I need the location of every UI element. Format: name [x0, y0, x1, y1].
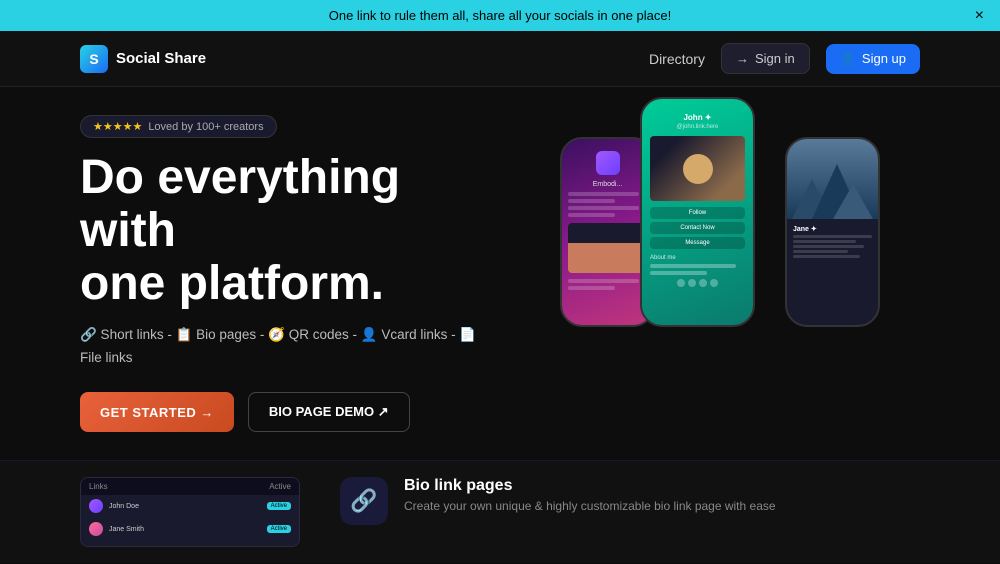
phone-line: [793, 255, 860, 258]
bio-icon-emoji: 🔗: [350, 488, 377, 514]
logo-letter: S: [89, 51, 98, 67]
badge-text: Loved by 100+ creators: [148, 121, 263, 133]
phone-mountains: [787, 139, 878, 219]
bio-link-text: Bio link pages Create your own unique & …: [404, 477, 776, 513]
phone-line: [568, 279, 639, 283]
status-badge-2: Active: [267, 525, 291, 533]
signin-label: Sign in: [755, 51, 795, 66]
phone-line: [793, 240, 856, 243]
social-dot: [677, 279, 685, 287]
phone-image: [568, 223, 648, 273]
signup-label: Sign up: [862, 51, 906, 66]
phone-line: [793, 250, 848, 253]
user-name-1: John Doe: [109, 503, 261, 510]
phone-line: [568, 206, 639, 210]
logo-icon: S: [80, 45, 108, 73]
user-name-2: Jane Smith: [109, 526, 261, 533]
phone-social-icons: [650, 279, 745, 287]
banner-close-button[interactable]: ×: [975, 8, 984, 24]
phone-about-lines: [650, 264, 745, 275]
hero-subtext: 🔗 Short links - 📋 Bio pages - 🧭 QR codes…: [80, 324, 500, 370]
dash-header-right: Active: [269, 482, 291, 491]
signin-icon: →: [736, 51, 749, 66]
phone-follow-btn: Follow: [650, 207, 745, 219]
phones-container: Embodi...: [560, 97, 880, 407]
nav-right: Directory → Sign in 👤 Sign up: [649, 43, 920, 74]
dashboard-row-2: Jane Smith Active: [81, 518, 299, 541]
phone-app-label: Embodi...: [568, 181, 647, 188]
user-avatar: [89, 499, 103, 513]
social-dot: [710, 279, 718, 287]
phone-right: Jane ✦: [785, 137, 880, 327]
banner-text: One link to rule them all, share all you…: [329, 8, 672, 23]
heading-line2: one platform.: [80, 257, 384, 310]
heading-line1: Do everything with: [80, 151, 400, 257]
phone-center-handle: @john.link.here: [650, 124, 745, 130]
hero-buttons: GET STARTED → BIO PAGE DEMO ↗: [80, 392, 500, 432]
dashboard-row-1: John Doe Active: [81, 495, 299, 518]
logo[interactable]: S Social Share: [80, 45, 206, 73]
stars-badge: ★★★★★ Loved by 100+ creators: [80, 115, 277, 138]
dashboard-header: Links Active: [81, 478, 299, 495]
dash-header-left: Links: [89, 482, 108, 491]
phone-person-image: [568, 223, 648, 273]
phone-line: [568, 213, 615, 217]
phone-app-icon: [596, 151, 620, 175]
brand-name: Social Share: [116, 50, 206, 67]
phone-bottom-lines: [568, 279, 647, 290]
phone-line: [568, 286, 615, 290]
directory-button[interactable]: Directory: [649, 51, 705, 67]
phone-right-name: Jane ✦: [793, 225, 872, 233]
bio-link-icon: 🔗: [340, 477, 388, 525]
phone-right-content: Jane ✦: [787, 219, 878, 264]
phone-line: [650, 271, 707, 275]
phone-about-section: About me: [650, 255, 745, 275]
user-avatar: [89, 522, 103, 536]
signin-button[interactable]: → Sign in: [721, 43, 810, 74]
signup-icon: 👤: [840, 51, 856, 67]
phone-message-btn: Message: [650, 237, 745, 249]
phone-center-name: John ✦: [650, 113, 745, 122]
phone-center: John ✦ @john.link.here Follow Contact No…: [640, 97, 755, 327]
phone-contact-btn: Contact Now: [650, 222, 745, 234]
bottom-section: Links Active John Doe Active Jane Smith …: [0, 460, 1000, 563]
phone-about-label: About me: [650, 255, 745, 261]
signup-button[interactable]: 👤 Sign up: [826, 44, 920, 74]
social-dot: [699, 279, 707, 287]
bio-demo-button[interactable]: BIO PAGE DEMO ↗: [248, 392, 410, 432]
phone-center-inner: John ✦ @john.link.here Follow Contact No…: [642, 99, 753, 325]
phone-right-lines: [793, 235, 872, 258]
phone-center-image: [650, 136, 745, 201]
status-badge-1: Active: [267, 502, 291, 510]
top-banner: One link to rule them all, share all you…: [0, 0, 1000, 31]
coffee-icon: [683, 154, 713, 184]
social-dot: [688, 279, 696, 287]
get-started-button[interactable]: GET STARTED →: [80, 392, 234, 432]
star-icons: ★★★★★: [93, 120, 142, 133]
phone-line: [793, 235, 872, 238]
mountain-shape: [833, 184, 873, 219]
bio-link-desc: Create your own unique & highly customiz…: [404, 499, 776, 513]
phone-line: [650, 264, 736, 268]
phone-right-top: [787, 139, 878, 219]
phone-line: [793, 245, 864, 248]
bio-link-title: Bio link pages: [404, 477, 776, 495]
phone-content-lines: [568, 192, 647, 217]
hero-heading: Do everything with one platform.: [80, 152, 500, 310]
phone-line: [568, 199, 615, 203]
dashboard-preview: Links Active John Doe Active Jane Smith …: [80, 477, 300, 547]
navbar: S Social Share Directory → Sign in 👤 Sig…: [0, 31, 1000, 87]
phone-line: [568, 192, 639, 196]
bio-link-card: 🔗 Bio link pages Create your own unique …: [340, 477, 776, 547]
